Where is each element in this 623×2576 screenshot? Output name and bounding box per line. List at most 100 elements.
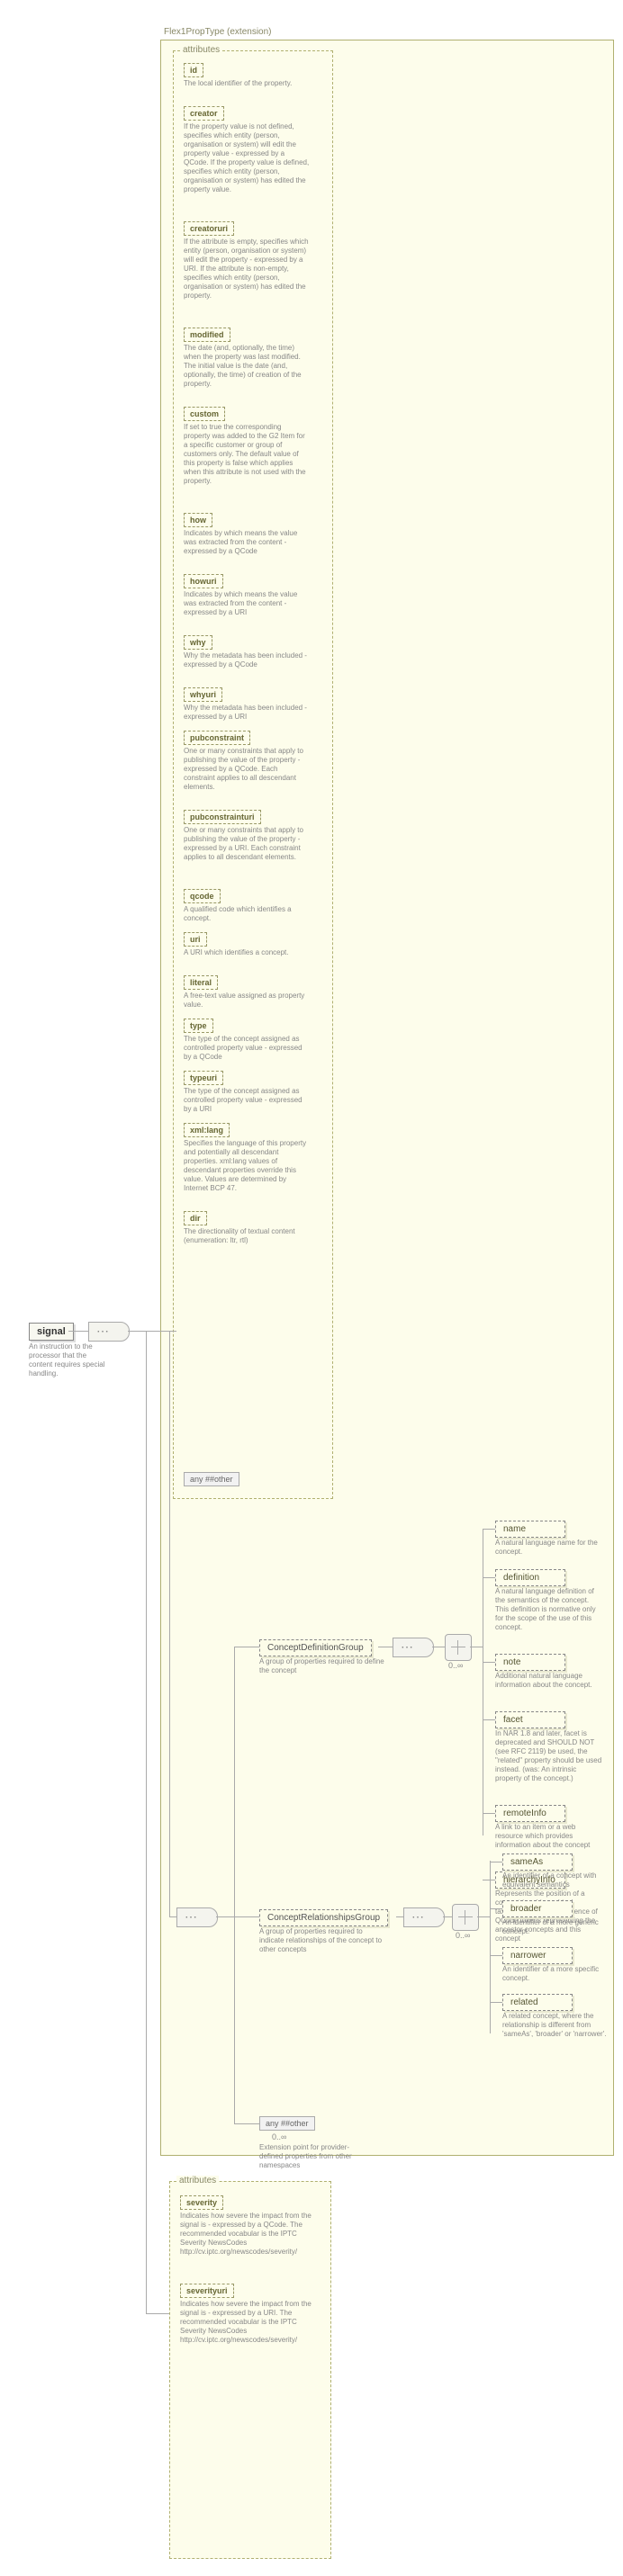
leaf-desc-note: Additional natural language information … xyxy=(495,1672,603,1690)
leaf-facet[interactable]: facet xyxy=(495,1711,565,1728)
attr-uri: uriA URI which identifies a concept. xyxy=(184,932,319,957)
attr-label-typeuri: typeuri xyxy=(184,1071,223,1085)
attr-howuri: howuri Indicates by which means the value… xyxy=(184,574,319,617)
bottom-attr-label-severityuri: severityuri xyxy=(180,2284,234,2298)
bottom-attr-desc-severityuri: Indicates how severe the impact from the… xyxy=(180,2300,315,2345)
bottom-attr-label-severity: severity xyxy=(180,2195,223,2210)
bottom-attr-desc-severity: Indicates how severe the impact from the… xyxy=(180,2212,315,2257)
leaf-related[interactable]: related xyxy=(502,1994,573,2011)
leaf-definition[interactable]: definition xyxy=(495,1569,565,1586)
attr-label-modified: modified xyxy=(184,328,230,342)
attr-desc-whyuri: Why the metadata has been included - exp… xyxy=(184,704,310,722)
attr-label-howuri: howuri xyxy=(184,574,223,588)
attr-desc-why: Why the metadata has been included - exp… xyxy=(184,651,310,669)
attr-label-pubconstrainturi: pubconstrainturi xyxy=(184,810,261,824)
group-rel-label: ConceptRelationshipsGroup xyxy=(267,1913,380,1923)
attr-dir: dir The directionality of textual content… xyxy=(184,1211,319,1245)
any-other-ext-desc: Extension point for provider-defined pro… xyxy=(259,2143,367,2170)
attr-desc-howuri: Indicates by which means the value was e… xyxy=(184,590,310,617)
choice-compositor-rel xyxy=(452,1904,479,1931)
attr-label-literal: literal xyxy=(184,975,218,990)
group-concept-relationships[interactable]: ConceptRelationshipsGroup xyxy=(259,1909,388,1926)
attr-creatoruri: creatoruri If the attribute is empty, spe… xyxy=(184,221,319,301)
attr-label-creator: creator xyxy=(184,106,224,121)
bottom-attr-severityuri: severityuri Indicates how severe the impa… xyxy=(180,2284,315,2345)
attr-creator: creatorIf the property value is not defi… xyxy=(184,106,319,194)
leaf-desc-narrower: An identifier of a more specific concept… xyxy=(502,1965,610,1983)
attr-typeuri: typeuri The type of the concept assigned … xyxy=(184,1071,319,1114)
attr-desc-type: The type of the concept assigned as cont… xyxy=(184,1035,310,1062)
group-def-desc: A group of properties required to define… xyxy=(259,1657,385,1675)
leaf-broader[interactable]: broader xyxy=(502,1900,573,1917)
leaf-desc-related: A related concept, where the relationshi… xyxy=(502,2012,610,2039)
any-other-ext: any ##other xyxy=(259,2116,315,2131)
bottom-attr-severity: severity Indicates how severe the impact … xyxy=(180,2195,315,2257)
attr-desc-modified: The date (and, optionally, the time) whe… xyxy=(184,344,310,389)
any-other-ext-occurs: 0..∞ xyxy=(272,2132,286,2141)
attr-whyuri: whyuri Why the metadata has been included… xyxy=(184,687,319,722)
any-other-attributes: any ##other xyxy=(184,1472,239,1486)
leaf-desc-facet: In NAR 1.8 and later, facet is deprecate… xyxy=(495,1729,603,1783)
leaf-desc-sameAs: An identifier of a concept with equivale… xyxy=(502,1871,610,1889)
attr-label-pubconstraint: pubconstraint xyxy=(184,731,250,745)
group-rel-desc: A group of properties required to indica… xyxy=(259,1927,385,1954)
attr-label-id: id xyxy=(184,63,203,77)
attr-desc-custom: If set to true the corresponding propert… xyxy=(184,423,310,486)
attr-why: whyWhy the metadata has been included - … xyxy=(184,635,319,669)
attr-desc-how: Indicates by which means the value was e… xyxy=(184,529,310,556)
leaf-narrower[interactable]: narrower xyxy=(502,1947,573,1964)
attr-label-creatoruri: creatoruri xyxy=(184,221,234,236)
attr-qcode: qcode A qualified code which identifies a… xyxy=(184,889,319,923)
attr-desc-xml:lang: Specifies the language of this property … xyxy=(184,1139,310,1193)
attr-label-why: why xyxy=(184,635,212,650)
attr-how: how Indicates by which means the value wa… xyxy=(184,513,319,556)
root-element-signal[interactable]: signal xyxy=(29,1323,74,1341)
attr-desc-qcode: A qualified code which identifies a conc… xyxy=(184,905,310,923)
leaf-name[interactable]: name xyxy=(495,1521,565,1538)
attr-label-how: how xyxy=(184,513,212,527)
leaf-note[interactable]: note xyxy=(495,1654,565,1671)
sequence-compositor-ext xyxy=(176,1907,218,1927)
attr-label-uri: uri xyxy=(184,932,207,947)
choice-def-occurs: 0..∞ xyxy=(448,1661,463,1670)
extension-title: Flex1PropType (extension) xyxy=(164,27,272,37)
attr-modified: modified The date (and, optionally, the t… xyxy=(184,328,319,389)
attr-id: idThe local identifier of the property. xyxy=(184,63,319,88)
any-other-ext-label: any ##other xyxy=(266,2119,309,2128)
attr-desc-creator: If the property value is not defined, sp… xyxy=(184,122,310,194)
bottom-attributes-label: attributes xyxy=(176,2176,219,2186)
leaf-desc-remoteInfo: A link to an item or a web resource whic… xyxy=(495,1823,603,1850)
choice-compositor-def xyxy=(445,1634,472,1661)
attr-custom: custom If set to true the corresponding p… xyxy=(184,407,319,486)
attr-desc-creatoruri: If the attribute is empty, specifies whi… xyxy=(184,238,310,301)
leaf-desc-broader: An identifier of a more generic concept. xyxy=(502,1918,610,1936)
attr-label-xml:lang: xml:lang xyxy=(184,1123,230,1137)
attr-desc-typeuri: The type of the concept assigned as cont… xyxy=(184,1087,310,1114)
attr-label-dir: dir xyxy=(184,1211,207,1225)
attr-desc-pubconstrainturi: One or many constraints that apply to pu… xyxy=(184,826,310,862)
attr-label-qcode: qcode xyxy=(184,889,221,903)
group-concept-definition[interactable]: ConceptDefinitionGroup xyxy=(259,1639,372,1656)
attr-label-whyuri: whyuri xyxy=(184,687,222,702)
attr-desc-pubconstraint: One or many constraints that apply to pu… xyxy=(184,747,310,792)
leaf-desc-definition: A natural language definition of the sem… xyxy=(495,1587,603,1632)
root-label: signal xyxy=(37,1326,66,1337)
attr-label-type: type xyxy=(184,1019,213,1033)
leaf-remoteInfo[interactable]: remoteInfo xyxy=(495,1805,565,1822)
attributes-label: attributes xyxy=(180,45,222,55)
attr-desc-literal: A free-text value assigned as property v… xyxy=(184,992,310,1010)
attr-pubconstraint: pubconstraint One or many constraints tha… xyxy=(184,731,319,792)
attr-desc-uri: A URI which identifies a concept. xyxy=(184,948,310,957)
attr-type: type The type of the concept assigned as … xyxy=(184,1019,319,1062)
attr-desc-dir: The directionality of textual content (e… xyxy=(184,1227,310,1245)
attr-label-custom: custom xyxy=(184,407,225,421)
leaf-sameAs[interactable]: sameAs xyxy=(502,1853,573,1871)
choice-rel-occurs: 0..∞ xyxy=(456,1931,470,1940)
root-desc: An instruction to the processor that the… xyxy=(29,1342,110,1378)
attr-xml:lang: xml:lang Specifies the language of this p… xyxy=(184,1123,319,1193)
leaf-desc-name: A natural language name for the concept. xyxy=(495,1539,603,1557)
sequence-compositor-rel xyxy=(403,1907,445,1927)
attr-literal: literal A free-text value assigned as pro… xyxy=(184,975,319,1010)
group-def-label: ConceptDefinitionGroup xyxy=(267,1643,364,1653)
sequence-compositor-root xyxy=(88,1322,130,1342)
